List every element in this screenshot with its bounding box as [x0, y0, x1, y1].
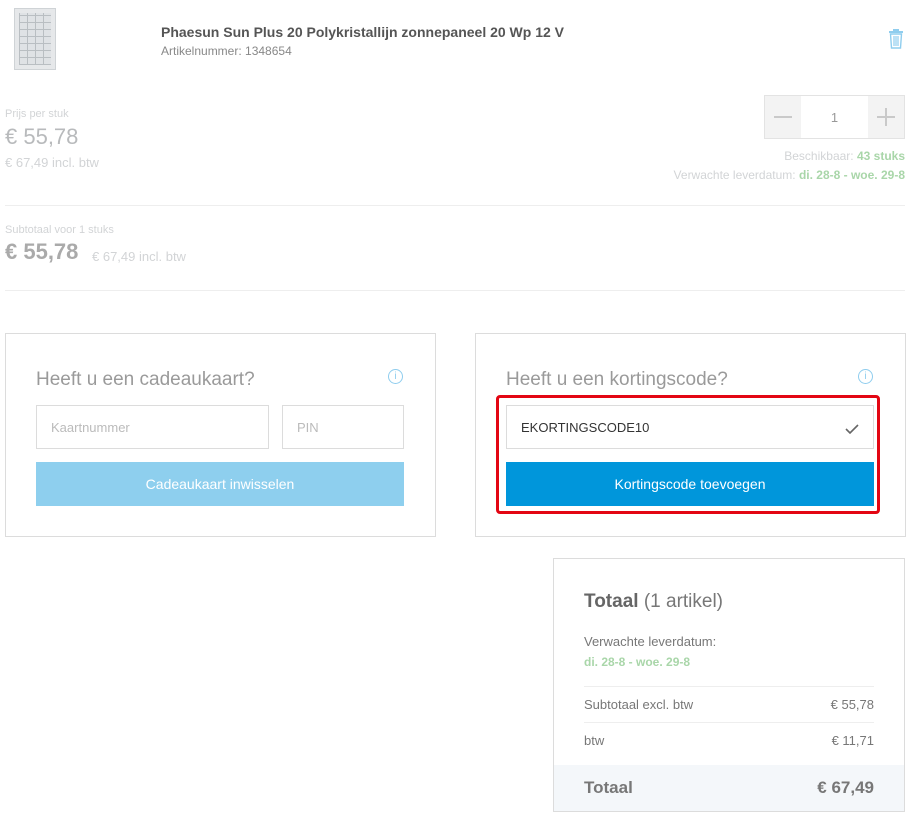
plus-icon[interactable]	[868, 96, 904, 138]
divider	[584, 686, 874, 687]
product-sku: Artikelnummer: 1348654	[161, 44, 292, 58]
stock-label: Beschikbaar:	[784, 149, 854, 163]
discount-highlight-box	[496, 395, 880, 514]
price-per-unit-label: Prijs per stuk	[5, 108, 69, 120]
redeem-gift-card-button[interactable]: Cadeaukaart inwisselen	[36, 462, 404, 506]
total-delivery-label: Verwachte leverdatum:	[584, 634, 717, 649]
line-subtotal-label: Subtotaal voor 1 stuks	[5, 224, 114, 236]
line-subtotal-incl-vat: € 67,49 incl. btw	[92, 249, 186, 264]
grand-total-value: € 67,49	[817, 778, 874, 797]
quantity-stepper	[764, 95, 905, 139]
gift-card-title: Heeft u een cadeaukaart?	[36, 369, 255, 390]
subtotal-excl-vat-label: Subtotaal excl. btw	[584, 697, 694, 712]
product-title[interactable]: Phaesun Sun Plus 20 Polykristallijn zonn…	[161, 24, 564, 40]
solar-panel-image	[19, 13, 51, 65]
delivery-label: Verwachte leverdatum:	[673, 168, 796, 182]
sku-value: 1348654	[245, 44, 292, 58]
expected-delivery: Verwachte leverdatum: di. 28-8 - woe. 29…	[674, 168, 905, 182]
gift-card-number-input[interactable]	[36, 405, 269, 449]
stock-value: 43 stuks	[856, 149, 905, 163]
total-title: Totaal (1 artikel)	[584, 591, 723, 613]
total-delivery-value: di. 28-8 - woe. 29-8	[584, 655, 691, 669]
product-thumbnail[interactable]	[14, 8, 56, 70]
divider	[584, 722, 874, 723]
divider	[5, 205, 905, 206]
divider	[5, 290, 905, 291]
minus-icon[interactable]	[765, 96, 801, 138]
gift-card-panel: Heeft u een cadeaukaart? i Cadeaukaart i…	[5, 333, 436, 537]
quantity-input[interactable]	[801, 96, 868, 138]
delivery-value: di. 28-8 - woe. 29-8	[798, 168, 905, 182]
gift-card-pin-input[interactable]	[282, 405, 404, 449]
stock-availability: Beschikbaar: 43 stuks	[784, 149, 905, 163]
discount-code-title: Heeft u een kortingscode?	[506, 369, 728, 390]
grand-total-row: Totaal € 67,49	[554, 765, 904, 811]
info-icon[interactable]: i	[388, 369, 403, 384]
subtotal-excl-vat-value: € 55,78	[830, 697, 874, 712]
vat-label: btw	[584, 733, 605, 748]
info-icon[interactable]: i	[858, 369, 873, 384]
price-per-unit: € 55,78	[5, 124, 79, 149]
total-item-count: (1 artikel)	[643, 591, 724, 612]
price-per-unit-incl-vat: € 67,49 incl. btw	[5, 155, 99, 170]
total-title-bold: Totaal	[584, 591, 639, 612]
grand-total-label: Totaal	[584, 778, 633, 797]
sku-label: Artikelnummer:	[161, 44, 242, 58]
trash-icon[interactable]	[887, 29, 905, 49]
line-subtotal: € 55,78	[5, 239, 79, 264]
vat-value: € 11,71	[831, 733, 874, 748]
order-total-panel: Totaal (1 artikel) Verwachte leverdatum:…	[553, 558, 905, 812]
